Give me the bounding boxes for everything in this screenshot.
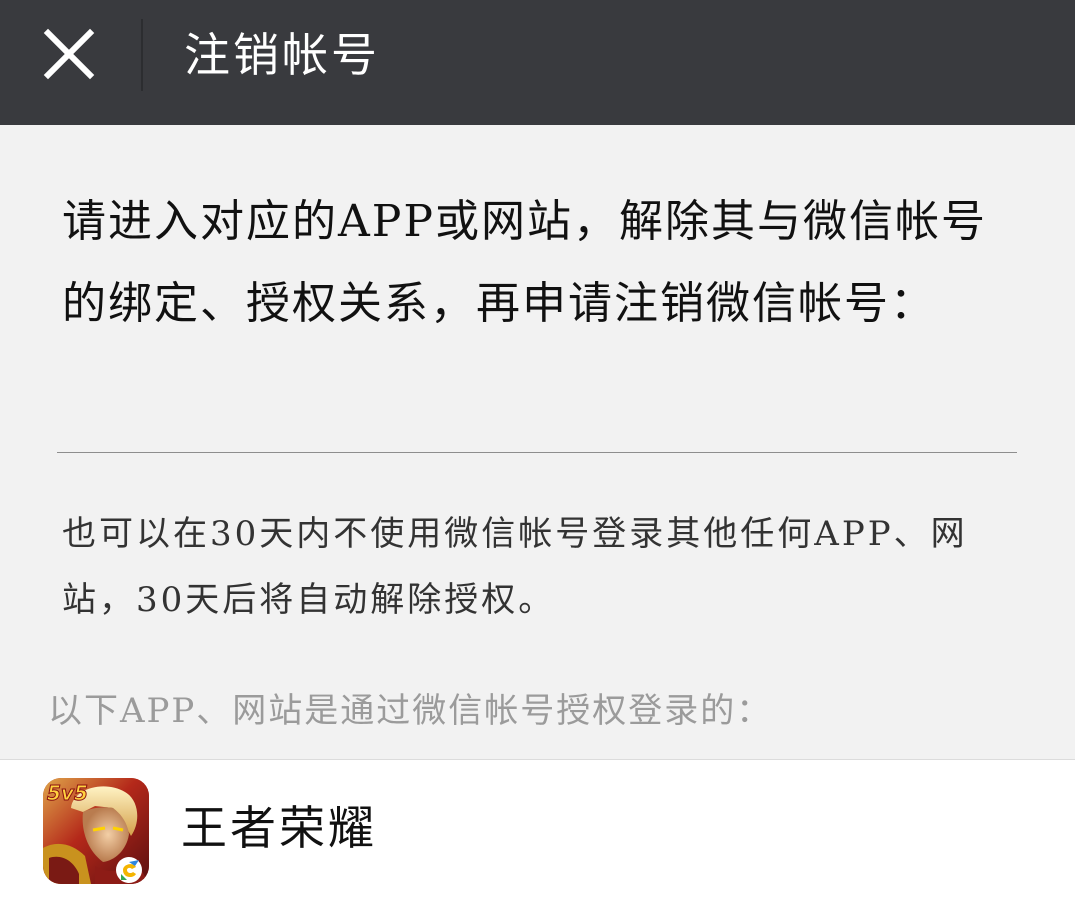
- top-bar: 注销帐号: [0, 0, 1075, 125]
- instruction-text: 请进入对应的APP或网站，解除其与微信帐号的绑定、授权关系，再申请注销微信帐号：: [62, 196, 987, 329]
- divider: [57, 452, 1017, 453]
- app-item-honor-of-kings[interactable]: 5v5 王者荣耀: [0, 760, 1075, 897]
- authorized-app-list: 5v5 王者荣耀: [0, 759, 1075, 897]
- note-text: 也可以在30天内不使用微信帐号登录其他任何APP、网站，30天后将自动解除授权。: [62, 514, 968, 620]
- header-divider: [141, 19, 143, 91]
- close-icon: [43, 28, 95, 80]
- page-title: 注销帐号: [184, 28, 380, 82]
- honor-of-kings-app-icon: 5v5: [43, 778, 149, 884]
- close-button[interactable]: [34, 22, 104, 88]
- authorized-apps-label: 以下APP、网站是通过微信帐号授权登录的：: [48, 691, 773, 731]
- page: 注销帐号 请进入对应的APP或网站，解除其与微信帐号的绑定、授权关系，再申请注销…: [0, 0, 1075, 897]
- svg-text:5v5: 5v5: [47, 781, 88, 805]
- app-name: 王者荣耀: [181, 801, 377, 855]
